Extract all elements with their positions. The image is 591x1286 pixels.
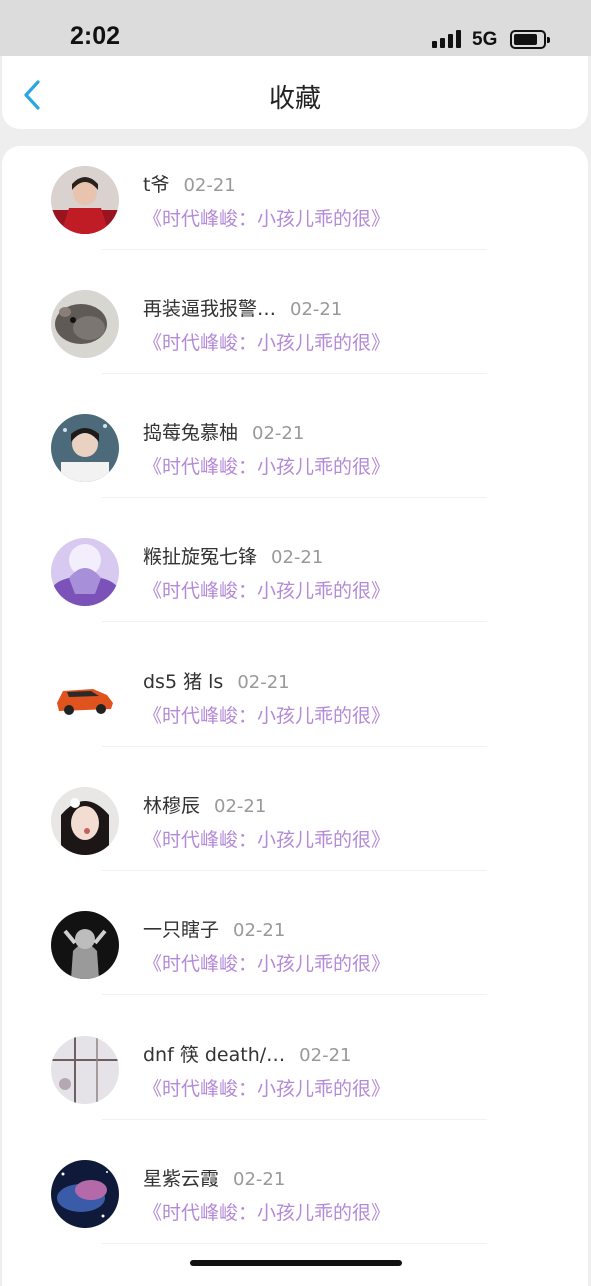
item-title[interactable]: 《时代峰峻：小孩儿乖的很》 bbox=[143, 204, 390, 231]
item-title[interactable]: 《时代峰峻：小孩儿乖的很》 bbox=[143, 452, 390, 479]
divider bbox=[102, 870, 487, 871]
favorite-item[interactable]: 林穆辰 02-21 《时代峰峻：小孩儿乖的很》 bbox=[2, 767, 588, 891]
item-date: 02-21 bbox=[183, 175, 236, 196]
favorite-item[interactable]: 星紫云霞 02-21 《时代峰峻：小孩儿乖的很》 bbox=[2, 1140, 588, 1264]
page-title: 收藏 bbox=[268, 84, 321, 114]
battery-icon bbox=[510, 30, 550, 49]
user-name[interactable]: 糇扯旋冤七锋 bbox=[143, 546, 257, 568]
purple-anime-avatar[interactable] bbox=[51, 538, 119, 606]
item-date: 02-21 bbox=[271, 547, 324, 568]
orange-toy-car-avatar[interactable] bbox=[51, 663, 119, 731]
divider bbox=[102, 994, 487, 995]
galaxy-avatar[interactable] bbox=[51, 1160, 119, 1228]
item-date: 02-21 bbox=[252, 423, 305, 444]
user-name[interactable]: 星紫云霞 bbox=[143, 1168, 219, 1190]
item-date: 02-21 bbox=[237, 672, 290, 693]
item-title[interactable]: 《时代峰峻：小孩儿乖的很》 bbox=[143, 1198, 390, 1225]
signal-icon bbox=[432, 30, 464, 48]
favorites-list: t爷 02-21 《时代峰峻：小孩儿乖的很》 再装逼我报警… 02-21 《时代峰峻… bbox=[2, 146, 588, 1286]
status-bar: 2:02 5G bbox=[0, 0, 591, 56]
item-title[interactable]: 《时代峰峻：小孩儿乖的很》 bbox=[143, 328, 390, 355]
user-name[interactable]: 再装逼我报警… bbox=[143, 298, 276, 320]
item-date: 02-21 bbox=[299, 1045, 352, 1066]
item-title[interactable]: 《时代峰峻：小孩儿乖的很》 bbox=[143, 949, 390, 976]
divider bbox=[102, 621, 487, 622]
item-date: 02-21 bbox=[290, 299, 343, 320]
favorite-item[interactable]: 一只瞎子 02-21 《时代峰峻：小孩儿乖的很》 bbox=[2, 891, 588, 1015]
boy-portrait-avatar[interactable] bbox=[51, 414, 119, 482]
item-title[interactable]: 《时代峰峻：小孩儿乖的很》 bbox=[143, 576, 390, 603]
user-name[interactable]: ds5 猪 ls bbox=[143, 671, 223, 693]
item-date: 02-21 bbox=[233, 1169, 286, 1190]
network-label: 5G bbox=[472, 29, 498, 50]
user-name[interactable]: t爷 bbox=[143, 174, 169, 196]
red-jacket-boy-avatar[interactable] bbox=[51, 166, 119, 234]
hamster-avatar[interactable] bbox=[51, 290, 119, 358]
favorite-item[interactable]: 再装逼我报警… 02-21 《时代峰峻：小孩儿乖的很》 bbox=[2, 270, 588, 394]
user-name[interactable]: 林穆辰 bbox=[143, 795, 200, 817]
favorite-item[interactable]: 糇扯旋冤七锋 02-21 《时代峰峻：小孩儿乖的很》 bbox=[2, 518, 588, 642]
divider bbox=[102, 497, 487, 498]
home-indicator bbox=[190, 1260, 402, 1266]
item-date: 02-21 bbox=[214, 796, 267, 817]
favorite-item[interactable]: 捣莓兔慕柚 02-21 《时代峰峻：小孩儿乖的很》 bbox=[2, 394, 588, 518]
nav-bar: 收藏 bbox=[2, 56, 588, 129]
status-time: 2:02 bbox=[70, 22, 121, 50]
favorite-item[interactable]: t爷 02-21 《时代峰峻：小孩儿乖的很》 bbox=[2, 146, 588, 270]
divider bbox=[102, 746, 487, 747]
item-title[interactable]: 《时代峰峻：小孩儿乖的很》 bbox=[143, 825, 390, 852]
favorite-item[interactable]: dnf 筷 death/… 02-21 《时代峰峻：小孩儿乖的很》 bbox=[2, 1016, 588, 1140]
dark-sketch-avatar[interactable] bbox=[51, 911, 119, 979]
favorite-item[interactable]: ds5 猪 ls 02-21 《时代峰峻：小孩儿乖的很》 bbox=[2, 643, 588, 767]
user-name[interactable]: 捣莓兔慕柚 bbox=[143, 422, 238, 444]
window-grid-avatar[interactable] bbox=[51, 1036, 119, 1104]
user-name[interactable]: dnf 筷 death/… bbox=[143, 1044, 285, 1066]
divider bbox=[102, 1243, 487, 1244]
divider bbox=[102, 373, 487, 374]
item-title[interactable]: 《时代峰峻：小孩儿乖的很》 bbox=[143, 1074, 390, 1101]
item-title[interactable]: 《时代峰峻：小孩儿乖的很》 bbox=[143, 701, 390, 728]
divider bbox=[102, 1119, 487, 1120]
user-name[interactable]: 一只瞎子 bbox=[143, 919, 219, 941]
item-date: 02-21 bbox=[233, 920, 286, 941]
divider bbox=[102, 249, 487, 250]
girl-portrait-avatar[interactable] bbox=[51, 787, 119, 855]
